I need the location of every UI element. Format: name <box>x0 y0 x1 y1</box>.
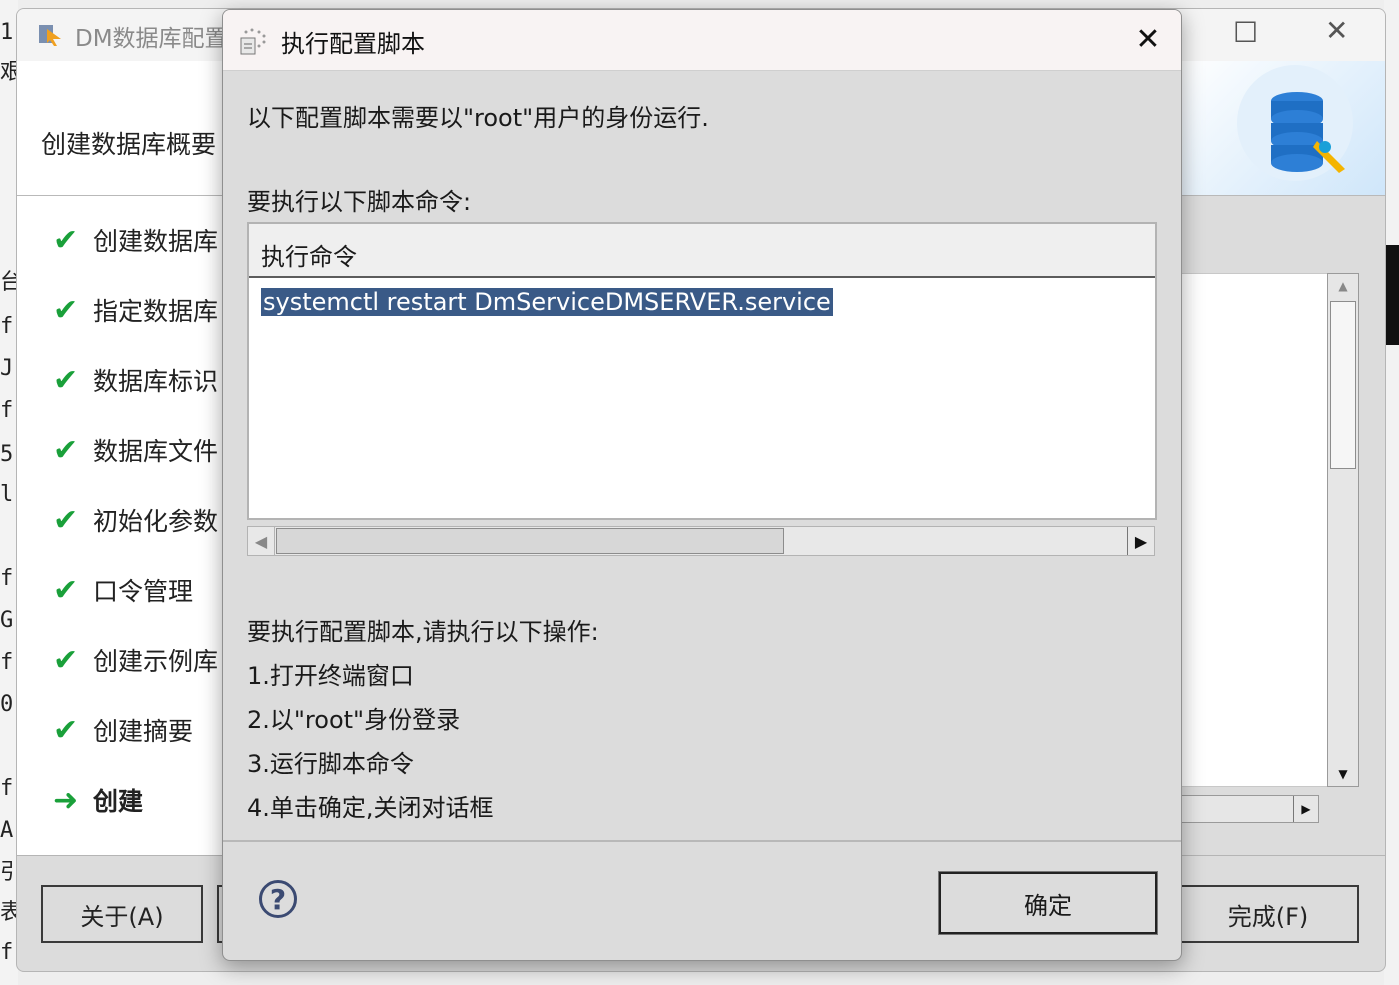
terminal-char: f <box>0 398 14 423</box>
instructions-label: 要执行配置脚本,请执行以下操作: <box>247 618 599 646</box>
wizard-steps-panel: ✔ 创建数据库 ✔ 指定数据库 ✔ 数据库标识 ✔ 数据库文件 ✔ 初始化参数 ✔ 口令管理… <box>17 196 227 856</box>
step-label: 数据库文件 <box>93 437 219 466</box>
maximize-icon[interactable]: ☐ <box>1233 19 1258 47</box>
check-icon: ✔ <box>53 713 79 748</box>
step-label: 初始化参数 <box>93 507 219 536</box>
check-icon: ✔ <box>53 433 79 468</box>
table-header: 执行命令 <box>249 224 1155 278</box>
column-header-command[interactable]: 执行命令 <box>261 237 357 272</box>
wizard-summary-list[interactable] <box>1179 273 1329 787</box>
scroll-right-icon[interactable]: ▶ <box>1127 527 1154 555</box>
check-icon: ✔ <box>53 643 79 678</box>
help-icon[interactable]: ? <box>259 880 297 918</box>
dialog-footer-divider <box>223 840 1181 842</box>
instruction-step: 1.打开终端窗口 <box>247 662 414 690</box>
vertical-scroll-thumb[interactable] <box>1330 301 1356 469</box>
terminal-char: f <box>0 940 14 965</box>
horizontal-scrollbar[interactable]: ▶ <box>1179 795 1319 823</box>
close-icon[interactable]: ✕ <box>1325 17 1348 45</box>
commands-label: 要执行以下脚本命令: <box>247 188 472 216</box>
step-label: 创建 <box>93 787 144 816</box>
step-item-current: ➜ 创建 <box>53 782 143 818</box>
scroll-down-icon[interactable]: ▼ <box>1328 762 1358 786</box>
step-item: ✔ 创建数据库 <box>53 222 218 258</box>
dialog-titlebar: 执行配置脚本 ✕ <box>223 10 1181 71</box>
ok-button[interactable]: 确定 <box>938 871 1158 935</box>
script-icon <box>240 28 266 55</box>
step-label: 创建示例库 <box>93 647 219 676</box>
database-icon <box>1237 65 1353 181</box>
dialog-intro-text: 以下配置脚本需要以"root"用户的身份运行. <box>247 104 709 132</box>
terminal-char: l <box>0 482 14 507</box>
step-label: 创建数据库 <box>93 227 219 256</box>
terminal-char: 1 <box>0 20 14 45</box>
step-label: 数据库标识 <box>93 367 219 396</box>
terminal-char: f <box>0 566 14 591</box>
step-item: ✔ 数据库标识 <box>53 362 218 398</box>
check-icon: ✔ <box>53 223 79 258</box>
background-terminal-strip <box>1384 245 1399 345</box>
scroll-up-icon[interactable]: ▲ <box>1328 274 1358 298</box>
wizard-header-title: 创建数据库概要 <box>41 130 217 159</box>
check-icon: ✔ <box>53 573 79 608</box>
execute-script-dialog: 执行配置脚本 ✕ 以下配置脚本需要以"root"用户的身份运行. 要执行以下脚本… <box>222 9 1182 961</box>
check-icon: ✔ <box>53 363 79 398</box>
dm-app-icon <box>39 25 61 46</box>
dialog-title: 执行配置脚本 <box>281 30 425 58</box>
wizard-title: DM数据库配置 <box>75 26 228 52</box>
horizontal-scrollbar[interactable]: ◀ ▶ <box>247 526 1155 556</box>
terminal-char: 5 <box>0 442 14 467</box>
step-label: 创建摘要 <box>93 717 194 746</box>
terminal-char: 0 <box>0 692 14 717</box>
arrow-right-icon: ➜ <box>53 783 79 818</box>
scroll-right-icon[interactable]: ▶ <box>1293 796 1318 822</box>
finish-button[interactable]: 完成(F) <box>1177 885 1359 943</box>
about-button[interactable]: 关于(A) <box>41 885 203 943</box>
step-item: ✔ 创建摘要 <box>53 712 193 748</box>
instruction-step: 4.单击确定,关闭对话框 <box>247 794 494 822</box>
database-banner-image <box>1177 61 1385 195</box>
terminal-char: f <box>0 650 14 675</box>
terminal-char: f <box>0 776 14 801</box>
step-item: ✔ 数据库文件 <box>53 432 218 468</box>
commands-table: 执行命令 systemctl restart DmServiceDMSERVER… <box>247 222 1157 520</box>
horizontal-scroll-thumb[interactable] <box>276 528 784 554</box>
step-label: 指定数据库 <box>93 297 219 326</box>
terminal-char: G <box>0 608 14 633</box>
check-icon: ✔ <box>53 503 79 538</box>
instruction-step: 2.以"root"身份登录 <box>247 706 461 734</box>
scroll-left-icon[interactable]: ◀ <box>248 527 275 555</box>
background-desktop-edge <box>1384 0 1399 985</box>
instruction-step: 3.运行脚本命令 <box>247 750 414 778</box>
step-item: ✔ 口令管理 <box>53 572 193 608</box>
check-icon: ✔ <box>53 293 79 328</box>
terminal-char: A <box>0 818 14 843</box>
terminal-char: J <box>0 356 14 381</box>
table-row[interactable]: systemctl restart DmServiceDMSERVER.serv… <box>261 288 833 316</box>
close-icon[interactable]: ✕ <box>1123 22 1173 58</box>
step-item: ✔ 创建示例库 <box>53 642 218 678</box>
step-label: 口令管理 <box>93 577 194 606</box>
step-item: ✔ 指定数据库 <box>53 292 218 328</box>
step-item: ✔ 初始化参数 <box>53 502 218 538</box>
terminal-char: f <box>0 314 14 339</box>
